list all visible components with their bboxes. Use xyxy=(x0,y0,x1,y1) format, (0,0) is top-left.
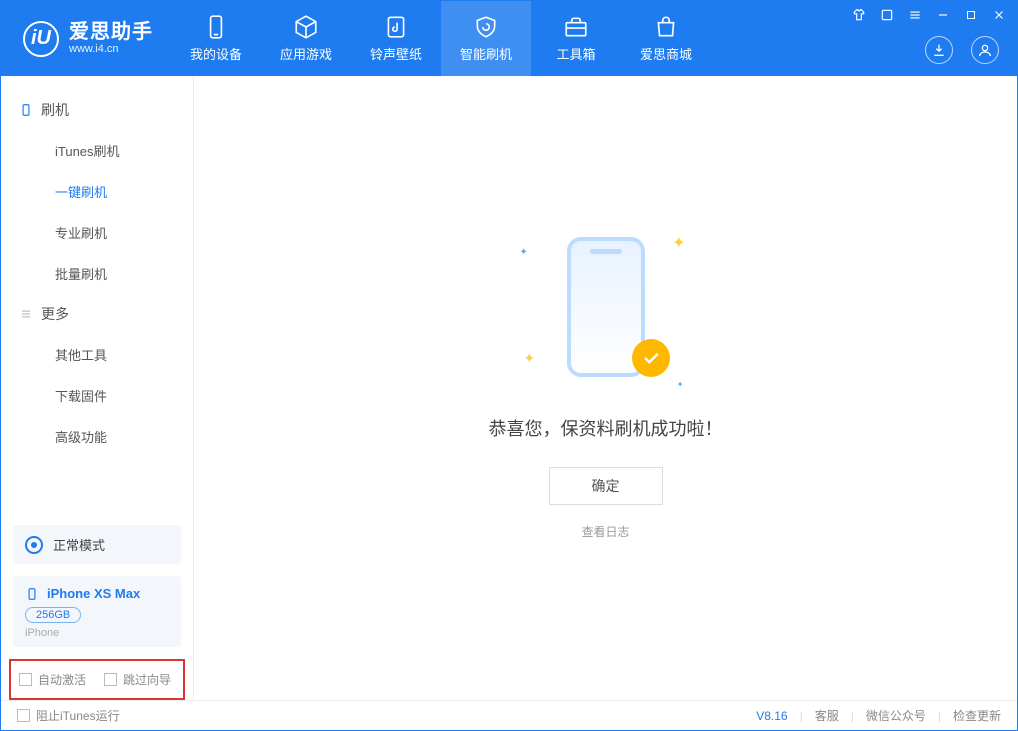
checkbox-block-itunes[interactable]: 阻止iTunes运行 xyxy=(17,707,120,724)
list-icon xyxy=(19,307,33,321)
phone-small-icon xyxy=(25,587,39,601)
view-log-link[interactable]: 查看日志 xyxy=(581,523,629,540)
refresh-shield-icon xyxy=(473,14,499,40)
minimize-icon[interactable] xyxy=(935,7,951,23)
nav-item-ringtones[interactable]: 铃声壁纸 xyxy=(351,1,441,76)
logo-icon: iU xyxy=(23,21,59,57)
success-illustration: ✦ ✦ ✦ ✦ xyxy=(546,237,666,397)
main-nav: 我的设备 应用游戏 铃声壁纸 智能刷机 工具箱 爱思商城 xyxy=(171,1,711,76)
sidebar-item-oneclick-flash[interactable]: 一键刷机 xyxy=(1,171,193,212)
nav-item-apps[interactable]: 应用游戏 xyxy=(261,1,351,76)
checkbox-skip-guide[interactable]: 跳过向导 xyxy=(104,671,171,688)
nav-item-store[interactable]: 爱思商城 xyxy=(621,1,711,76)
status-bar: 阻止iTunes运行 V8.16 | 客服 | 微信公众号 | 检查更新 xyxy=(1,700,1017,730)
bag-icon xyxy=(653,14,679,40)
sidebar: 刷机 iTunes刷机 一键刷机 专业刷机 批量刷机 更多 其他工具 下载固件 … xyxy=(1,76,194,700)
checkbox-icon xyxy=(19,673,32,686)
sidebar-item-advanced[interactable]: 高级功能 xyxy=(1,416,193,457)
user-icon[interactable] xyxy=(971,36,999,64)
checkbox-icon xyxy=(17,709,30,722)
music-file-icon xyxy=(383,14,409,40)
download-icon[interactable] xyxy=(925,36,953,64)
device-icon xyxy=(203,14,229,40)
sparkle-icon: ✦ xyxy=(520,247,528,258)
header-right-actions xyxy=(925,36,999,64)
mode-indicator-icon xyxy=(25,536,43,554)
phone-outline-icon xyxy=(19,103,33,117)
device-type: iPhone xyxy=(25,627,169,639)
footer-link-support[interactable]: 客服 xyxy=(815,707,839,724)
sidebar-item-download-firmware[interactable]: 下载固件 xyxy=(1,375,193,416)
ok-button[interactable]: 确定 xyxy=(549,467,663,505)
close-icon[interactable] xyxy=(991,7,1007,23)
brand-name: 爱思助手 xyxy=(69,21,153,43)
main-content: ✦ ✦ ✦ ✦ 恭喜您，保资料刷机成功啦！ 确定 查看日志 xyxy=(194,76,1017,700)
footer-link-update[interactable]: 检查更新 xyxy=(953,707,1001,724)
toolbox-icon xyxy=(563,14,589,40)
nav-item-flash[interactable]: 智能刷机 xyxy=(441,1,531,76)
sidebar-item-pro-flash[interactable]: 专业刷机 xyxy=(1,212,193,253)
sidebar-group-more: 更多 xyxy=(1,294,193,334)
mode-label: 正常模式 xyxy=(53,535,105,554)
device-mode-card[interactable]: 正常模式 xyxy=(13,525,181,564)
app-header: iU 爱思助手 www.i4.cn 我的设备 应用游戏 铃声壁纸 智能刷机 工具… xyxy=(1,1,1017,76)
options-highlight-box: 自动激活 跳过向导 xyxy=(9,659,185,700)
nav-item-device[interactable]: 我的设备 xyxy=(171,1,261,76)
footer-link-wechat[interactable]: 微信公众号 xyxy=(866,707,926,724)
checkbox-icon xyxy=(104,673,117,686)
sparkle-icon: ✦ xyxy=(672,233,685,253)
brand-url: www.i4.cn xyxy=(69,43,153,55)
maximize-icon[interactable] xyxy=(963,7,979,23)
skin-icon[interactable] xyxy=(851,7,867,23)
brand-logo: iU 爱思助手 www.i4.cn xyxy=(1,1,171,76)
version-label: V8.16 xyxy=(756,709,787,723)
sparkle-icon: ✦ xyxy=(524,350,536,367)
feedback-icon[interactable] xyxy=(879,7,895,23)
checkbox-auto-activate[interactable]: 自动激活 xyxy=(19,671,86,688)
sidebar-item-other-tools[interactable]: 其他工具 xyxy=(1,334,193,375)
sidebar-group-flash: 刷机 xyxy=(1,90,193,130)
nav-item-toolbox[interactable]: 工具箱 xyxy=(531,1,621,76)
device-name: iPhone XS Max xyxy=(47,586,140,601)
sidebar-item-itunes-flash[interactable]: iTunes刷机 xyxy=(1,130,193,171)
window-controls-extra xyxy=(851,7,1007,23)
menu-icon[interactable] xyxy=(907,7,923,23)
device-card[interactable]: iPhone XS Max 256GB iPhone xyxy=(13,576,181,647)
cube-icon xyxy=(293,14,319,40)
sparkle-icon: ✦ xyxy=(677,380,684,389)
success-check-icon xyxy=(632,339,670,377)
success-message: 恭喜您，保资料刷机成功啦！ xyxy=(489,415,723,441)
device-capacity: 256GB xyxy=(25,607,81,623)
sidebar-item-batch-flash[interactable]: 批量刷机 xyxy=(1,253,193,294)
